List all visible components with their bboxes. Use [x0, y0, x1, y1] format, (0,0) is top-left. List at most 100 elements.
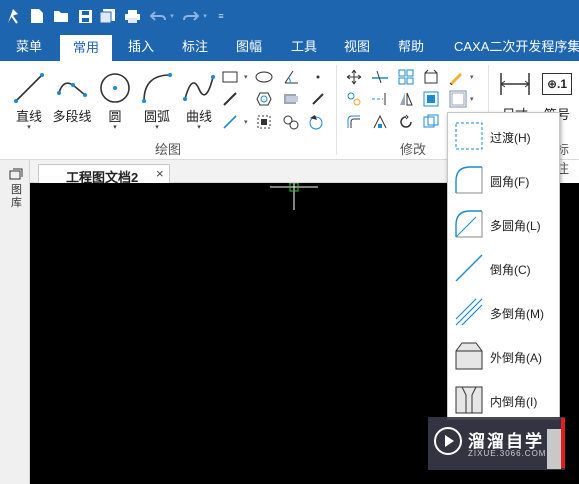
tab-insert[interactable]: 插入 — [118, 32, 164, 61]
circle-icon — [98, 71, 132, 108]
customize-toolbar-icon[interactable]: ≡ — [216, 7, 226, 25]
new-file-icon[interactable] — [28, 7, 46, 25]
color-fill-icon[interactable] — [306, 112, 326, 132]
undo-icon[interactable] — [149, 7, 167, 25]
tab-menu[interactable]: 菜单 — [4, 32, 54, 61]
line-dropdown-icon[interactable]: ▾ — [8, 123, 50, 131]
menu-item-multi-chamfer[interactable]: 多倒角(M) — [448, 291, 559, 335]
save-icon[interactable] — [76, 7, 94, 25]
construction-line-icon[interactable] — [220, 112, 240, 132]
move-icon[interactable] — [344, 67, 364, 87]
angle-line-icon[interactable] — [281, 67, 301, 87]
arc-button[interactable]: 圆弧 ▾ — [136, 67, 178, 133]
app-logo-icon[interactable] — [4, 7, 22, 25]
pen-icon[interactable] — [308, 89, 328, 109]
modify-group-label: 修改 — [400, 142, 427, 157]
watermark-logo-icon — [434, 427, 462, 455]
menu-item-multi-fillet[interactable]: 多圆角(L) — [448, 203, 559, 247]
menu-item-outer-chamfer[interactable]: 外倒角(A) — [448, 335, 559, 379]
spline-icon — [182, 71, 216, 108]
menu-item-fillet[interactable]: 圆角(F) — [448, 159, 559, 203]
watermark-url: ZIXUE.3066.COM — [468, 449, 547, 458]
menu-item-label: 外倒角(A) — [490, 351, 542, 365]
stretch-icon[interactable] — [421, 67, 441, 87]
menu-bar: 菜单 常用 插入 标注 图幅 工具 视图 帮助 CAXA二次开发程序集 — [0, 32, 579, 61]
polyline-button[interactable]: 多段线 — [50, 67, 94, 133]
explode-icon[interactable] — [421, 112, 441, 132]
library-panel-label[interactable]: 图库 — [11, 184, 23, 210]
tab-view[interactable]: 视图 — [334, 32, 380, 61]
menu-item-label: 倒角(C) — [490, 263, 531, 277]
rectangle-dropdown-icon[interactable]: ▾ — [244, 73, 248, 81]
tab-sheet[interactable]: 图幅 — [226, 32, 272, 61]
chamfer-icon — [455, 254, 483, 282]
menu-item-label: 多圆角(L) — [490, 219, 541, 233]
gear-shapes-icon[interactable] — [281, 112, 301, 132]
group-separator — [336, 65, 337, 155]
point-icon[interactable] — [308, 67, 328, 87]
close-icon[interactable]: × — [156, 166, 164, 181]
rotate-icon[interactable] — [396, 112, 416, 132]
circle-button[interactable]: 圆 ▾ — [94, 67, 136, 133]
inner-chamfer-icon — [455, 386, 483, 414]
polygon-icon[interactable] — [254, 89, 274, 109]
panel-toggle-icon[interactable] — [9, 166, 23, 183]
undo-dropdown-icon[interactable]: ▾ — [168, 7, 176, 25]
tab-common[interactable]: 常用 — [60, 35, 112, 61]
menu-item-label: 内倒角(I) — [490, 395, 538, 409]
spline-button[interactable]: 曲线 ▾ — [178, 67, 220, 133]
document-tab[interactable]: 工程图文档2 × — [38, 164, 170, 185]
dimension-icon — [499, 71, 531, 100]
symbol-icon: ⊕.1 — [542, 73, 572, 95]
menu-item-transition[interactable]: 过渡(H) — [448, 115, 559, 159]
menu-item-label: 过渡(H) — [490, 131, 531, 145]
arc-dropdown-icon[interactable]: ▾ — [136, 123, 178, 131]
tab-annotate[interactable]: 标注 — [172, 32, 218, 61]
watermark: 溜溜自学 ZIXUE.3066.COM — [428, 417, 565, 470]
construction-dropdown-icon[interactable]: ▾ — [244, 118, 248, 126]
save-all-icon[interactable] — [98, 7, 116, 25]
open-folder-icon[interactable] — [52, 7, 70, 25]
redo-dropdown-icon[interactable]: ▾ — [201, 7, 209, 25]
erase-dropdown-icon[interactable]: ▾ — [470, 73, 474, 81]
fillet-menu-icon[interactable] — [448, 89, 468, 109]
circle-dropdown-icon[interactable]: ▾ — [94, 123, 136, 131]
scale-icon[interactable] — [421, 89, 441, 109]
tab-help[interactable]: 帮助 — [388, 32, 434, 61]
extend-icon[interactable] — [370, 89, 390, 109]
fillet-dropdown-menu: 过渡(H) 圆角(F) 多圆角(L) 倒角(C) 多倒角(M) 外倒角(A) 内… — [447, 112, 560, 420]
title-bar: ▾ ▾ ≡ — [0, 0, 579, 32]
tab-caxa-dev[interactable]: CAXA二次开发程序集 — [448, 32, 579, 61]
copy-icon[interactable] — [344, 89, 364, 109]
offset-icon[interactable] — [344, 112, 364, 132]
transition-icon — [455, 122, 483, 150]
spline-dropdown-icon[interactable]: ▾ — [178, 123, 220, 131]
highlight-bar — [561, 418, 565, 468]
erase-pencil-icon[interactable] — [446, 67, 466, 87]
centerline-icon[interactable] — [220, 89, 240, 109]
polyline-label: 多段线 — [52, 109, 92, 124]
mirror-icon[interactable] — [396, 89, 416, 109]
array-icon[interactable] — [396, 67, 416, 87]
print-icon[interactable] — [123, 7, 141, 25]
redo-icon[interactable] — [182, 7, 200, 25]
menu-item-label: 多倒角(M) — [490, 307, 544, 321]
hatch-icon[interactable] — [281, 89, 301, 109]
fillet-dropdown-icon[interactable]: ▾ — [470, 95, 474, 103]
rectangle-icon[interactable] — [220, 67, 240, 87]
watermark-panel — [547, 429, 561, 469]
menu-item-label: 圆角(F) — [490, 175, 530, 189]
tab-tools[interactable]: 工具 — [281, 32, 327, 61]
outer-chamfer-icon — [455, 342, 483, 370]
line-icon — [12, 71, 46, 108]
multi-chamfer-icon — [455, 298, 483, 326]
draw-group-label: 绘图 — [155, 142, 182, 157]
block-icon[interactable] — [254, 112, 274, 132]
polyline-icon — [55, 71, 89, 108]
line-button[interactable]: 直线 ▾ — [8, 67, 50, 133]
multi-fillet-icon — [455, 210, 483, 238]
trim-icon[interactable] — [370, 67, 390, 87]
ellipse-icon[interactable] — [254, 67, 274, 87]
menu-item-chamfer[interactable]: 倒角(C) — [448, 247, 559, 291]
break-icon[interactable] — [370, 112, 390, 132]
